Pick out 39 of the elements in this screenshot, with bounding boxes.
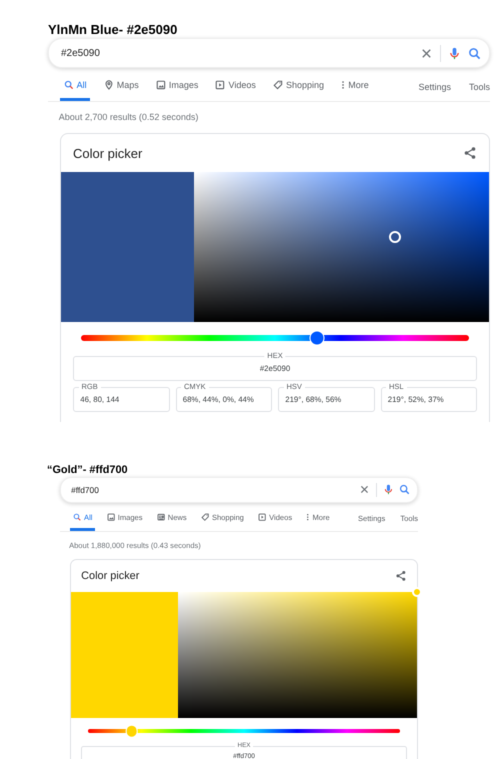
slider-thumb[interactable] — [125, 724, 138, 738]
toolbar-link[interactable]: Tools — [468, 80, 490, 102]
card-title: Color picker — [81, 570, 140, 582]
image-icon — [156, 80, 166, 90]
section-heading: YlnMn Blue- #2e5090 — [48, 22, 178, 37]
search-tab[interactable]: More — [338, 80, 372, 102]
video-icon — [258, 513, 267, 522]
saturation-value-area[interactable] — [178, 592, 417, 718]
search-icon — [64, 80, 74, 90]
toolbar-link[interactable]: Settings — [418, 80, 451, 102]
card-title: Color picker — [73, 146, 142, 161]
result-stats: About 2,700 results (0.52 seconds) — [58, 112, 200, 122]
close-icon[interactable] — [358, 484, 370, 496]
section-heading: “Gold”- #ffd700 — [47, 464, 129, 476]
tag-icon — [272, 80, 283, 90]
search-tab[interactable]: Shopping — [269, 80, 328, 102]
search-field[interactable]: #2e5090 — [48, 38, 490, 68]
search-tab[interactable]: Maps — [100, 80, 142, 102]
map-pin-icon — [104, 80, 114, 90]
more-icon — [306, 513, 310, 522]
search-field[interactable]: #ffd700 — [60, 477, 418, 503]
search-icon[interactable] — [399, 484, 410, 496]
news-icon — [156, 513, 166, 522]
search-icon — [73, 513, 82, 522]
close-icon[interactable] — [420, 46, 433, 60]
microphone-icon[interactable] — [382, 484, 394, 496]
share-icon[interactable] — [463, 146, 477, 160]
image-icon — [106, 513, 116, 522]
saturation-value-area[interactable] — [194, 172, 489, 322]
microphone-icon[interactable] — [448, 46, 461, 60]
tag-icon — [201, 513, 210, 522]
share-icon[interactable] — [395, 570, 407, 582]
search-tab[interactable]: Images — [152, 80, 202, 102]
slider-thumb[interactable] — [309, 330, 324, 346]
video-icon — [215, 80, 226, 90]
search-tab[interactable]: All — [60, 80, 90, 102]
more-icon — [341, 80, 346, 90]
search-icon[interactable] — [468, 46, 481, 60]
search-tab[interactable]: Videos — [212, 80, 260, 102]
